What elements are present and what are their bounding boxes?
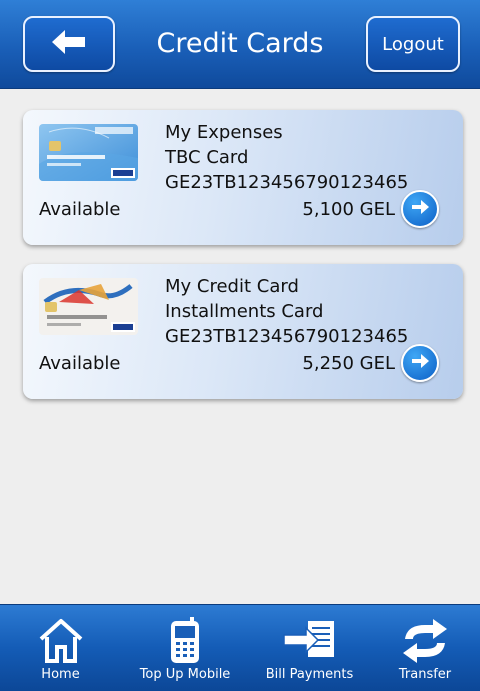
tab-label: Top Up Mobile — [139, 667, 231, 682]
back-button[interactable] — [23, 16, 115, 72]
bill-payment-icon — [280, 617, 340, 669]
card-details: My Credit Card Installments Card GE23TB1… — [165, 274, 408, 349]
tab-top-up-mobile[interactable]: Top Up Mobile — [121, 605, 249, 691]
tab-bill-payments[interactable]: Bill Payments — [249, 605, 370, 691]
arrow-right-icon — [409, 196, 431, 222]
house-icon — [37, 617, 85, 669]
logout-button[interactable]: Logout — [366, 16, 460, 72]
card-item[interactable]: My Expenses TBC Card GE23TB1234567901234… — [23, 110, 463, 245]
available-amount: 5,100 GEL — [302, 199, 395, 220]
card-type: Installments Card — [165, 301, 324, 322]
bottom-tab-bar: Home Top Up Mobile Bill Payments Transfe… — [0, 604, 480, 691]
back-arrow-icon — [49, 27, 89, 61]
tab-label: Bill Payments — [265, 667, 354, 682]
tab-label: Home — [41, 667, 80, 682]
card-account-number: GE23TB123456790123465 — [165, 172, 409, 193]
card-type: TBC Card — [165, 147, 249, 168]
transfer-arrows-icon — [399, 617, 451, 669]
card-image-tbc — [39, 124, 138, 181]
available-label: Available — [39, 199, 121, 220]
card-image-installments — [39, 278, 138, 335]
tab-label: Transfer — [398, 667, 452, 682]
app-header: Credit Cards Logout — [0, 0, 480, 89]
mobile-phone-icon — [168, 617, 202, 669]
tab-transfer[interactable]: Transfer — [370, 605, 480, 691]
arrow-right-icon — [409, 350, 431, 376]
tab-home[interactable]: Home — [0, 605, 121, 691]
card-details-button[interactable] — [401, 190, 439, 228]
available-label: Available — [39, 353, 121, 374]
card-details-button[interactable] — [401, 344, 439, 382]
card-account-number: GE23TB123456790123465 — [165, 326, 409, 347]
page-title: Credit Cards — [156, 28, 324, 59]
card-details: My Expenses TBC Card GE23TB1234567901234… — [165, 120, 408, 195]
card-name: My Credit Card — [165, 276, 299, 297]
available-amount: 5,250 GEL — [302, 353, 395, 374]
card-name: My Expenses — [165, 122, 283, 143]
card-item[interactable]: My Credit Card Installments Card GE23TB1… — [23, 264, 463, 399]
